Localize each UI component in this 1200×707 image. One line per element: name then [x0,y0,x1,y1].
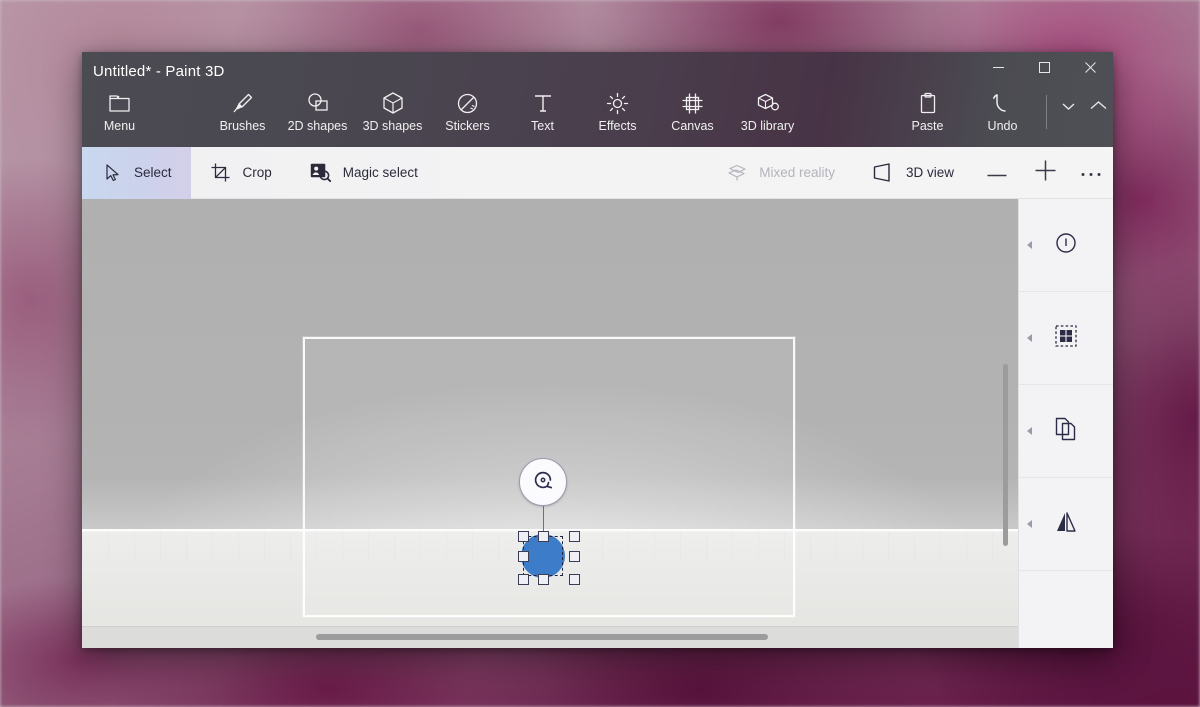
3d-library-label: 3D library [741,119,795,133]
rotate-handle[interactable] [519,458,567,506]
copy-pages-icon [1055,417,1077,446]
toolbar-more-button[interactable] [1069,147,1113,199]
undo-arrow-icon [992,90,1014,116]
crop-icon [210,163,232,182]
title-bar: Untitled* - Paint 3D Menu [82,52,1113,147]
3d-library-button[interactable]: 3D library [730,85,805,143]
window-title: Untitled* - Paint 3D [93,63,225,80]
tool-crop[interactable]: Crop [191,147,291,199]
cursor-arrow-icon [101,164,123,182]
tool-select[interactable]: Select [82,147,191,199]
paintbrush-icon [231,90,255,116]
flip-mirror-icon [1054,511,1078,538]
close-button[interactable] [1067,52,1113,83]
ribbon-toolbar: Menu Brushes 2D shapes 3D shapes [82,85,1113,147]
tool-mixed-reality: Mixed reality [707,147,854,199]
tool-select-label: Select [134,165,172,180]
plus-icon [1035,160,1056,186]
vertical-scrollbar[interactable] [1003,364,1008,546]
ribbon-collapse-button[interactable] [1083,85,1113,129]
canvas-label: Canvas [671,119,713,133]
3d-shapes-label: 3D shapes [363,119,423,133]
paste-button[interactable]: Paste [890,85,965,143]
expand-caret-icon[interactable] [1027,520,1032,528]
menu-label: Menu [104,119,135,133]
2d-shapes-label: 2D shapes [288,119,348,133]
canvas-frame-icon [681,90,704,116]
tool-magic-select-label: Magic select [343,165,418,180]
tool-3d-view[interactable]: 3D view [854,147,973,199]
tool-magic-select[interactable]: Magic select [291,147,437,199]
canvas-stage[interactable] [82,199,1018,648]
2d-shapes-icon [306,90,330,116]
canvas-button[interactable]: Canvas [655,85,730,143]
resize-handle-n[interactable] [538,531,549,542]
text-label: Text [531,119,554,133]
text-t-icon [533,90,553,116]
shape-selection[interactable] [499,458,589,580]
maximize-button[interactable] [1021,52,1067,83]
horizontal-scrollbar-thumb[interactable] [316,634,768,640]
text-button[interactable]: Text [505,85,580,143]
folder-icon [109,90,131,116]
resize-handle-e[interactable] [569,551,580,562]
tool-mixed-reality-label: Mixed reality [759,165,835,180]
brushes-button[interactable]: Brushes [205,85,280,143]
rotate-icon [530,467,556,498]
3d-library-icon [756,90,780,116]
resize-handle-nw[interactable] [518,531,529,542]
expand-caret-icon[interactable] [1027,334,1032,342]
minus-icon [987,164,1007,182]
magic-select-icon [310,163,332,182]
sticker-icon [456,90,479,116]
resize-handle-ne[interactable] [569,531,580,542]
tool-3d-view-label: 3D view [906,165,954,180]
rail-item-copy[interactable] [1019,385,1113,478]
right-rail [1018,199,1113,648]
horizontal-scrollbar-track[interactable] [82,626,1018,648]
selection-marquee [523,536,563,576]
expand-caret-icon[interactable] [1027,427,1032,435]
brushes-label: Brushes [220,119,266,133]
tool-crop-label: Crop [243,165,272,180]
rail-item-selectall[interactable] [1019,292,1113,385]
rail-item-info[interactable] [1019,199,1113,292]
info-circle-icon [1055,232,1077,259]
stickers-label: Stickers [445,119,489,133]
rail-item-flip[interactable] [1019,478,1113,571]
sun-brightness-icon [606,90,629,116]
ribbon-overflow-button[interactable] [1053,85,1083,129]
menu-button[interactable]: Menu [82,85,157,143]
3d-cube-icon [382,90,404,116]
ellipsis-icon [1081,164,1101,182]
resize-handle-w[interactable] [518,551,529,562]
undo-button[interactable]: Undo [965,85,1040,143]
minimize-button[interactable] [975,52,1021,83]
resize-handle-sw[interactable] [518,574,529,585]
stickers-button[interactable]: Stickers [430,85,505,143]
effects-button[interactable]: Effects [580,85,655,143]
paste-label: Paste [912,119,944,133]
tools-toolbar: Select Crop Magic select Mixed reality [82,147,1113,199]
effects-label: Effects [599,119,637,133]
window-controls [975,52,1113,83]
select-all-icon [1055,325,1077,352]
resize-handle-se[interactable] [569,574,580,585]
mixed-reality-icon [726,164,748,182]
expand-caret-icon[interactable] [1027,241,1032,249]
resize-handle-s[interactable] [538,574,549,585]
chevron-up-icon [1090,98,1107,116]
3d-shapes-button[interactable]: 3D shapes [355,85,430,143]
2d-shapes-button[interactable]: 2D shapes [280,85,355,143]
paint3d-window: Untitled* - Paint 3D Menu [82,52,1113,648]
undo-label: Undo [988,119,1018,133]
zoom-out-button[interactable] [973,147,1021,199]
zoom-in-button[interactable] [1021,147,1069,199]
workspace-row [82,199,1113,648]
3d-view-icon [873,163,895,182]
clipboard-paste-icon [918,90,938,116]
rail-filler [1019,571,1113,648]
chevron-down-icon [1062,98,1075,116]
ribbon-divider [1046,95,1047,129]
